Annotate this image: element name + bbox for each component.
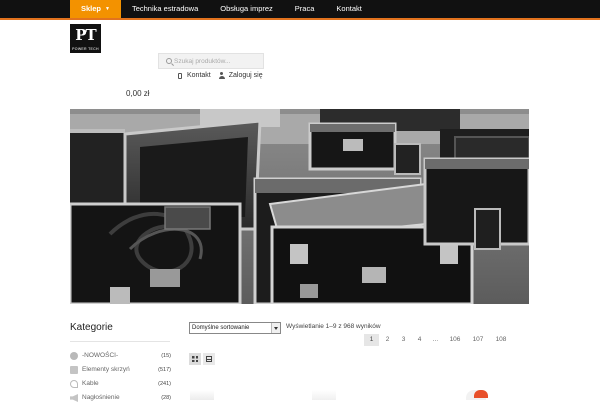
- hero-banner-image: [70, 109, 529, 304]
- cart-total[interactable]: 0,00 zł: [126, 89, 150, 98]
- page-link[interactable]: 108: [490, 334, 512, 346]
- nav-item-obsluga-imprez[interactable]: Obsługa imprez: [209, 0, 284, 18]
- nav-item-label: Praca: [294, 4, 315, 13]
- category-label: -NOWOŚCI-: [82, 352, 119, 359]
- cable-icon: [70, 380, 78, 388]
- nav-item-label: Sklep: [81, 4, 102, 13]
- nav-item-label: Obsługa imprez: [220, 4, 273, 13]
- category-count: (517): [158, 367, 171, 373]
- page-link-current[interactable]: 1: [364, 334, 379, 346]
- page-link[interactable]: 2: [380, 334, 395, 346]
- search-input[interactable]: [174, 56, 262, 67]
- category-list: -NOWOŚCI- (15) Elementy skrzyń (517) Kab…: [70, 349, 171, 405]
- box-parts-icon: [70, 366, 78, 374]
- product-thumbnail[interactable]: [466, 390, 488, 400]
- contact-link[interactable]: Kontakt: [178, 72, 211, 79]
- nav-item-praca[interactable]: Praca: [284, 0, 326, 18]
- chevron-down-icon: [271, 323, 280, 333]
- phone-icon: [178, 72, 182, 79]
- search-box: [158, 53, 264, 69]
- category-item-nowosci[interactable]: -NOWOŚCI- (15): [70, 349, 171, 363]
- category-count: (241): [158, 381, 171, 387]
- product-thumbnail[interactable]: [312, 390, 336, 400]
- view-mode-toggle: [189, 353, 217, 365]
- badge-icon: [70, 352, 78, 360]
- flight-cases-illustration: [70, 109, 529, 304]
- grid-icon: [192, 356, 198, 362]
- main-menu: Sklep ▼ Technika estradowa Obsługa imprez…: [70, 0, 373, 18]
- results-count: Wyświetlanie 1–9 z 968 wyników: [286, 323, 381, 330]
- page-ellipsis: ...: [432, 336, 439, 343]
- nav-item-technika-estradowa[interactable]: Technika estradowa: [121, 0, 209, 18]
- page-link[interactable]: 4: [412, 334, 427, 346]
- page-link[interactable]: 107: [467, 334, 489, 346]
- product-thumbnail[interactable]: [190, 390, 214, 400]
- nav-item-label: Technika estradowa: [131, 4, 199, 13]
- list-view-button[interactable]: [203, 353, 215, 365]
- nav-accent-line: [0, 18, 600, 20]
- category-item-elementy-skrzyn[interactable]: Elementy skrzyń (517): [70, 363, 171, 377]
- category-label: Kable: [82, 380, 99, 387]
- category-label: Elementy skrzyń: [82, 366, 130, 373]
- category-label: Nagłośnienie: [82, 394, 120, 401]
- logo-mark: PT: [75, 26, 96, 44]
- logo-subtitle: POWER TECH: [72, 47, 99, 51]
- site-logo[interactable]: PT POWER TECH: [70, 24, 101, 53]
- search-icon: [166, 58, 172, 64]
- nav-item-label: Kontakt: [336, 4, 362, 13]
- sort-select-value: Domyślne sortowanie: [192, 325, 250, 331]
- user-icon: [218, 72, 225, 79]
- speaker-icon: [70, 394, 78, 402]
- user-links: Kontakt Zaloguj się: [178, 72, 271, 79]
- category-item-kable[interactable]: Kable (241): [70, 377, 171, 391]
- page-link[interactable]: 106: [444, 334, 466, 346]
- divider: [70, 341, 170, 342]
- login-link-label: Zaloguj się: [228, 72, 263, 79]
- sort-select[interactable]: Domyślne sortowanie: [189, 322, 281, 334]
- list-icon: [206, 356, 212, 362]
- page-link[interactable]: 3: [396, 334, 411, 346]
- contact-link-label: Kontakt: [187, 72, 211, 79]
- category-count: (28): [161, 395, 171, 401]
- grid-view-button[interactable]: [189, 353, 201, 365]
- caret-down-icon: ▼: [105, 6, 110, 12]
- category-item-naglosnienie[interactable]: Nagłośnienie (28): [70, 391, 171, 405]
- login-link[interactable]: Zaloguj się: [218, 72, 263, 79]
- nav-item-sklep[interactable]: Sklep ▼: [70, 0, 121, 18]
- nav-item-kontakt[interactable]: Kontakt: [325, 0, 372, 18]
- pagination: 1 2 3 4 ... 106 107 108: [364, 334, 513, 346]
- categories-heading: Kategorie: [70, 322, 113, 333]
- category-count: (15): [161, 353, 171, 359]
